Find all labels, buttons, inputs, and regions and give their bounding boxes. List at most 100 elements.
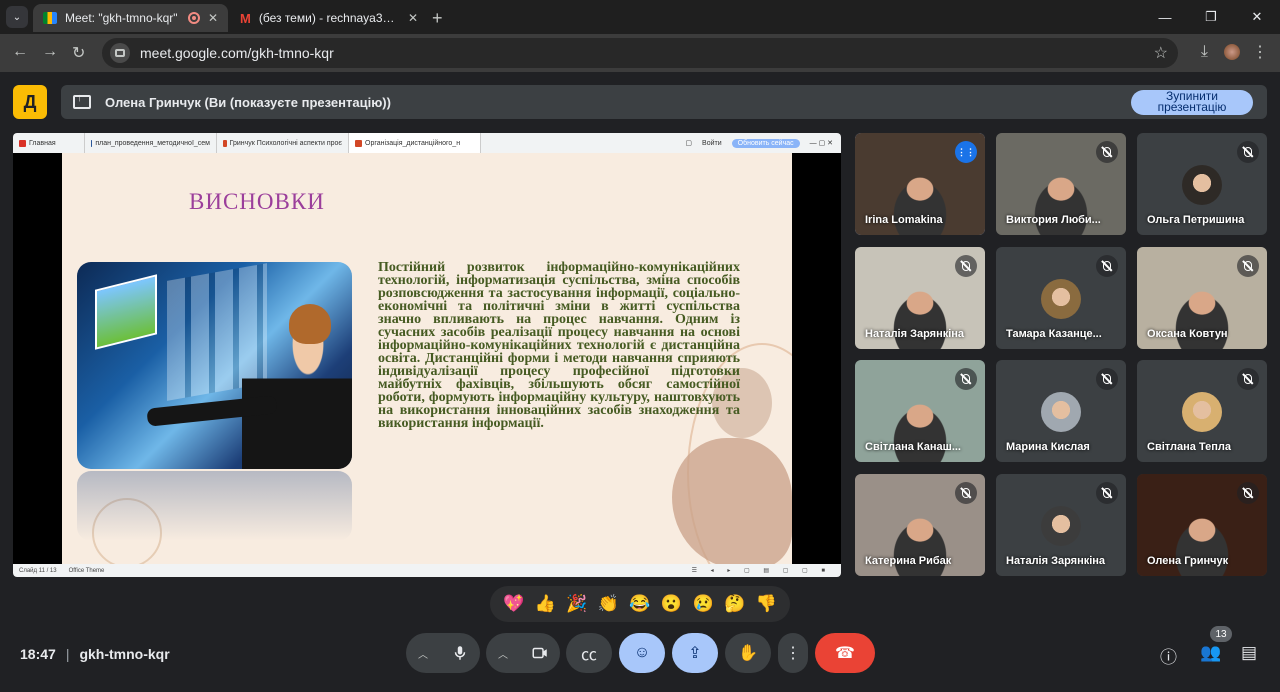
reaction-emoji[interactable]: 🎉 bbox=[565, 594, 589, 614]
slide-decoration bbox=[672, 438, 792, 564]
site-info-icon[interactable] bbox=[110, 43, 130, 63]
participant-name: Олена Гринчук bbox=[1147, 555, 1229, 567]
new-tab-button[interactable]: + bbox=[432, 8, 443, 29]
present-icon: ⇪ bbox=[688, 645, 702, 662]
bookmark-star-icon[interactable]: ☆ bbox=[1154, 43, 1168, 63]
slide-image-reflection bbox=[77, 471, 352, 541]
browser-tab-gmail[interactable]: M (без теми) - rechnaya31@gmail ✕ bbox=[230, 4, 428, 32]
reaction-emoji[interactable]: 👏 bbox=[596, 594, 620, 614]
hangup-icon: ☎ bbox=[835, 645, 855, 662]
present-button[interactable]: ⇪ bbox=[672, 633, 718, 673]
present-screen-icon bbox=[73, 92, 91, 109]
emoji-icon: ☺ bbox=[633, 644, 651, 661]
download-icon[interactable]: ⤓ bbox=[1201, 43, 1208, 61]
raise-hand-button[interactable]: ✋ bbox=[725, 633, 771, 673]
view-controls: ☰ ◂ ▸ ▢ ▤ ▢ ▢ ■ bbox=[691, 568, 831, 574]
avatar bbox=[1041, 279, 1081, 319]
close-tab-icon[interactable]: ✕ bbox=[208, 11, 218, 25]
meeting-details-logo[interactable]: Д bbox=[13, 85, 47, 119]
tab-favicon-icon bbox=[91, 139, 93, 147]
mic-icon bbox=[454, 646, 466, 660]
participant-name: Світлана Канаш... bbox=[865, 441, 961, 453]
avatar bbox=[1041, 392, 1081, 432]
reaction-emoji[interactable]: 👎 bbox=[754, 594, 778, 614]
stop-presenting-button[interactable]: Зупинити презентацію bbox=[1131, 90, 1253, 115]
reaction-emoji[interactable]: 😢 bbox=[691, 594, 715, 614]
participant-tile[interactable]: Наталія Зарянкіна bbox=[855, 247, 985, 349]
participant-tile[interactable]: Катерина Рибак bbox=[855, 474, 985, 576]
browser-tab-strip: ⌄ Meet: "gkh-tmno-kqr" ✕ M (без теми) - … bbox=[0, 0, 1280, 34]
clock: 18:47 bbox=[20, 646, 56, 662]
shared-tab-label: план_проведення_методичної_сем bbox=[95, 139, 210, 147]
mic-off-icon bbox=[1237, 482, 1259, 504]
mic-off-icon bbox=[955, 368, 977, 390]
tab-search-button[interactable]: ⌄ bbox=[6, 6, 28, 28]
reactions-bar: 💖 👍 🎉 👏 😂 😮 😢 🤔 👎 bbox=[490, 586, 790, 622]
participant-name: Катерина Рибак bbox=[865, 555, 952, 567]
shared-browser-tab: Гринчук Психологічні аспекти проє bbox=[217, 133, 349, 153]
participant-tile[interactable]: Світлана Тепла bbox=[1137, 360, 1267, 462]
reload-icon[interactable]: ↻ bbox=[72, 43, 85, 63]
participant-tile[interactable]: Виктория Люби... bbox=[996, 133, 1126, 235]
reaction-emoji[interactable]: 💖 bbox=[502, 594, 526, 614]
participant-tile[interactable]: Ольга Петришина bbox=[1137, 133, 1267, 235]
shared-tab-label: Організація_дистанційного_н bbox=[365, 139, 461, 147]
browser-menu-icon[interactable]: ⋮ bbox=[1252, 42, 1268, 62]
camera-control-group: ︿ bbox=[486, 633, 560, 673]
slide: ВИСНОВКИ Постійний розвиток інформаційно… bbox=[62, 153, 792, 564]
participant-tile[interactable]: Тамара Казанце... bbox=[996, 247, 1126, 349]
maximize-icon[interactable]: ❐ bbox=[1188, 0, 1234, 34]
participant-tile[interactable]: Марина Кислая bbox=[996, 360, 1126, 462]
leave-call-button[interactable]: ☎ bbox=[815, 633, 875, 673]
audio-settings-chevron-icon[interactable]: ︿ bbox=[406, 633, 440, 673]
camera-button[interactable] bbox=[520, 633, 560, 673]
participant-tile[interactable]: Світлана Канаш... bbox=[855, 360, 985, 462]
chat-icon[interactable]: ▤ bbox=[1241, 643, 1257, 663]
gmail-favicon-icon: M bbox=[240, 10, 251, 26]
mic-off-icon bbox=[1096, 141, 1118, 163]
shared-tab-label: Гринчук Психологічні аспекти проє bbox=[229, 139, 342, 147]
address-bar[interactable]: meet.google.com/gkh-tmno-kqr bbox=[102, 38, 1178, 68]
participant-tile[interactable]: Олена Гринчук bbox=[1137, 474, 1267, 576]
shared-browser-tab: план_проведення_методичної_сем bbox=[85, 133, 217, 153]
camera-icon bbox=[532, 647, 547, 659]
shared-window-controls: — ▢ ✕ bbox=[809, 140, 833, 147]
browser-tab-meet[interactable]: Meet: "gkh-tmno-kqr" ✕ bbox=[33, 4, 228, 32]
meeting-info: 18:47 | gkh-tmno-kqr bbox=[20, 646, 170, 662]
window-controls: — ❐ ✕ bbox=[1142, 0, 1280, 34]
participant-tile[interactable]: Наталія Зарянкіна bbox=[996, 474, 1126, 576]
reaction-emoji[interactable]: 😂 bbox=[628, 594, 652, 614]
info-icon[interactable]: ⓘ bbox=[1160, 643, 1177, 668]
theme-name: Office Theme bbox=[68, 567, 105, 574]
participant-tile[interactable]: ⋮⋮ Irina Lomakina bbox=[855, 133, 985, 235]
reaction-emoji[interactable]: 👍 bbox=[533, 594, 557, 614]
mic-off-icon bbox=[1237, 368, 1259, 390]
shared-refresh-pill: Обновить сейчас bbox=[731, 138, 800, 148]
close-window-icon[interactable]: ✕ bbox=[1234, 0, 1280, 34]
participant-name: Виктория Люби... bbox=[1006, 214, 1101, 226]
participant-name: Ольга Петришина bbox=[1147, 214, 1245, 226]
captions-button[interactable]: ㏄ bbox=[566, 633, 612, 673]
mic-off-icon bbox=[1237, 141, 1259, 163]
mic-button[interactable] bbox=[440, 633, 480, 673]
more-options-button[interactable]: ⋮ bbox=[778, 633, 808, 673]
participant-tile[interactable]: Оксана Ковтун bbox=[1137, 247, 1267, 349]
slide-image bbox=[77, 262, 352, 469]
url-text: meet.google.com/gkh-tmno-kqr bbox=[140, 45, 334, 61]
reaction-emoji[interactable]: 🤔 bbox=[723, 594, 747, 614]
video-settings-chevron-icon[interactable]: ︿ bbox=[486, 633, 520, 673]
people-icon[interactable]: 👥 bbox=[1200, 643, 1221, 663]
emoji-button[interactable]: ☺ bbox=[619, 633, 665, 673]
shared-window-icon: ▢ bbox=[685, 140, 693, 147]
mic-off-icon bbox=[1237, 255, 1259, 277]
mic-off-icon bbox=[955, 482, 977, 504]
profile-avatar[interactable] bbox=[1224, 44, 1240, 60]
minimize-icon[interactable]: — bbox=[1142, 0, 1188, 34]
forward-arrow-icon[interactable]: → bbox=[42, 43, 58, 61]
meeting-code: gkh-tmno-kqr bbox=[79, 646, 170, 662]
back-arrow-icon[interactable]: ← bbox=[12, 43, 28, 61]
reaction-emoji[interactable]: 😮 bbox=[660, 594, 684, 614]
mic-off-icon bbox=[955, 255, 977, 277]
browser-toolbar: ← → ↻ meet.google.com/gkh-tmno-kqr ☆ ⤓ ⋮ bbox=[0, 34, 1280, 72]
close-tab-icon[interactable]: ✕ bbox=[408, 11, 418, 25]
